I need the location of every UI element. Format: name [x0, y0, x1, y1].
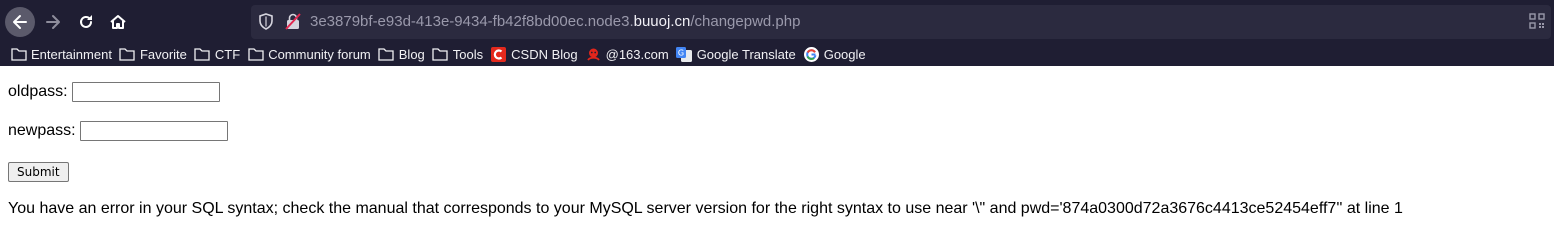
folder-icon	[194, 47, 211, 62]
back-button[interactable]	[5, 7, 35, 37]
home-button[interactable]	[103, 7, 133, 37]
google-translate-icon: G	[676, 47, 693, 62]
bookmark-label: Favorite	[139, 47, 187, 62]
bookmarks-bar: Entertainment Favorite CTF Community for…	[0, 43, 1554, 66]
bookmark-ctf[interactable]: CTF	[194, 47, 240, 62]
bookmark-entertainment[interactable]: Entertainment	[10, 47, 112, 62]
folder-icon	[119, 47, 136, 62]
bookmark-label: CTF	[214, 47, 241, 62]
folder-icon	[10, 47, 27, 62]
reload-icon	[80, 15, 92, 28]
bookmark-favorite[interactable]: Favorite	[119, 47, 187, 62]
newpass-row: newpass:	[8, 121, 228, 141]
bookmark-google-translate[interactable]: G Google Translate	[676, 47, 796, 62]
bookmark-blog[interactable]: Blog	[378, 47, 425, 62]
browser-toolbar: 3e3879bf-e93d-413e-9434-fb42f8bd00ec.nod…	[0, 0, 1554, 43]
oldpass-label: oldpass:	[8, 83, 68, 100]
bookmark-label: CSDN Blog	[511, 47, 578, 62]
address-bar[interactable]: 3e3879bf-e93d-413e-9434-fb42f8bd00ec.nod…	[251, 5, 1551, 39]
forward-button[interactable]	[38, 7, 68, 37]
sql-error-message: You have an error in your SQL syntax; ch…	[8, 200, 1403, 217]
folder-icon	[247, 47, 264, 62]
url-text[interactable]: 3e3879bf-e93d-413e-9434-fb42f8bd00ec.nod…	[310, 13, 800, 30]
url-path: /changepwd.php	[690, 13, 801, 30]
oldpass-row: oldpass:	[8, 82, 220, 102]
csdn-icon	[490, 47, 507, 62]
bookmark-label: Community forum	[268, 47, 371, 62]
google-icon	[803, 47, 820, 62]
bookmark-csdn-blog[interactable]: CSDN Blog	[490, 47, 578, 62]
newpass-label: newpass:	[8, 122, 76, 139]
forward-arrow-icon	[46, 15, 60, 29]
submit-button[interactable]: Submit	[8, 162, 69, 182]
bookmark-google[interactable]: Google	[803, 47, 866, 62]
submit-row: Submit	[8, 162, 69, 182]
home-icon	[110, 15, 126, 29]
bookmark-label: Tools	[452, 47, 484, 62]
bookmark-label: Blog	[398, 47, 425, 62]
oldpass-input[interactable]	[71, 82, 220, 102]
163-mail-icon	[585, 47, 602, 62]
bookmark-label: Google	[823, 47, 866, 62]
folder-icon	[378, 47, 395, 62]
url-prefix: 3e3879bf-e93d-413e-9434-fb42f8bd00ec.nod…	[310, 13, 634, 30]
newpass-input[interactable]	[79, 121, 228, 141]
insecure-lock-icon[interactable]	[285, 13, 301, 30]
folder-icon	[432, 47, 449, 62]
bookmark-label: Google Translate	[696, 47, 796, 62]
qr-code-icon[interactable]	[1529, 13, 1545, 29]
shield-icon[interactable]	[258, 13, 274, 30]
bookmark-163-mail[interactable]: @163.com	[585, 47, 669, 62]
svg-text:G: G	[678, 49, 684, 58]
url-host: buuoj.cn	[633, 13, 691, 30]
bookmark-tools[interactable]: Tools	[432, 47, 483, 62]
bookmark-label: Entertainment	[31, 47, 112, 62]
back-arrow-icon	[13, 15, 27, 29]
reload-button[interactable]	[71, 7, 101, 37]
bookmark-label: @163.com	[605, 47, 669, 62]
bookmark-community-forum[interactable]: Community forum	[247, 47, 371, 62]
